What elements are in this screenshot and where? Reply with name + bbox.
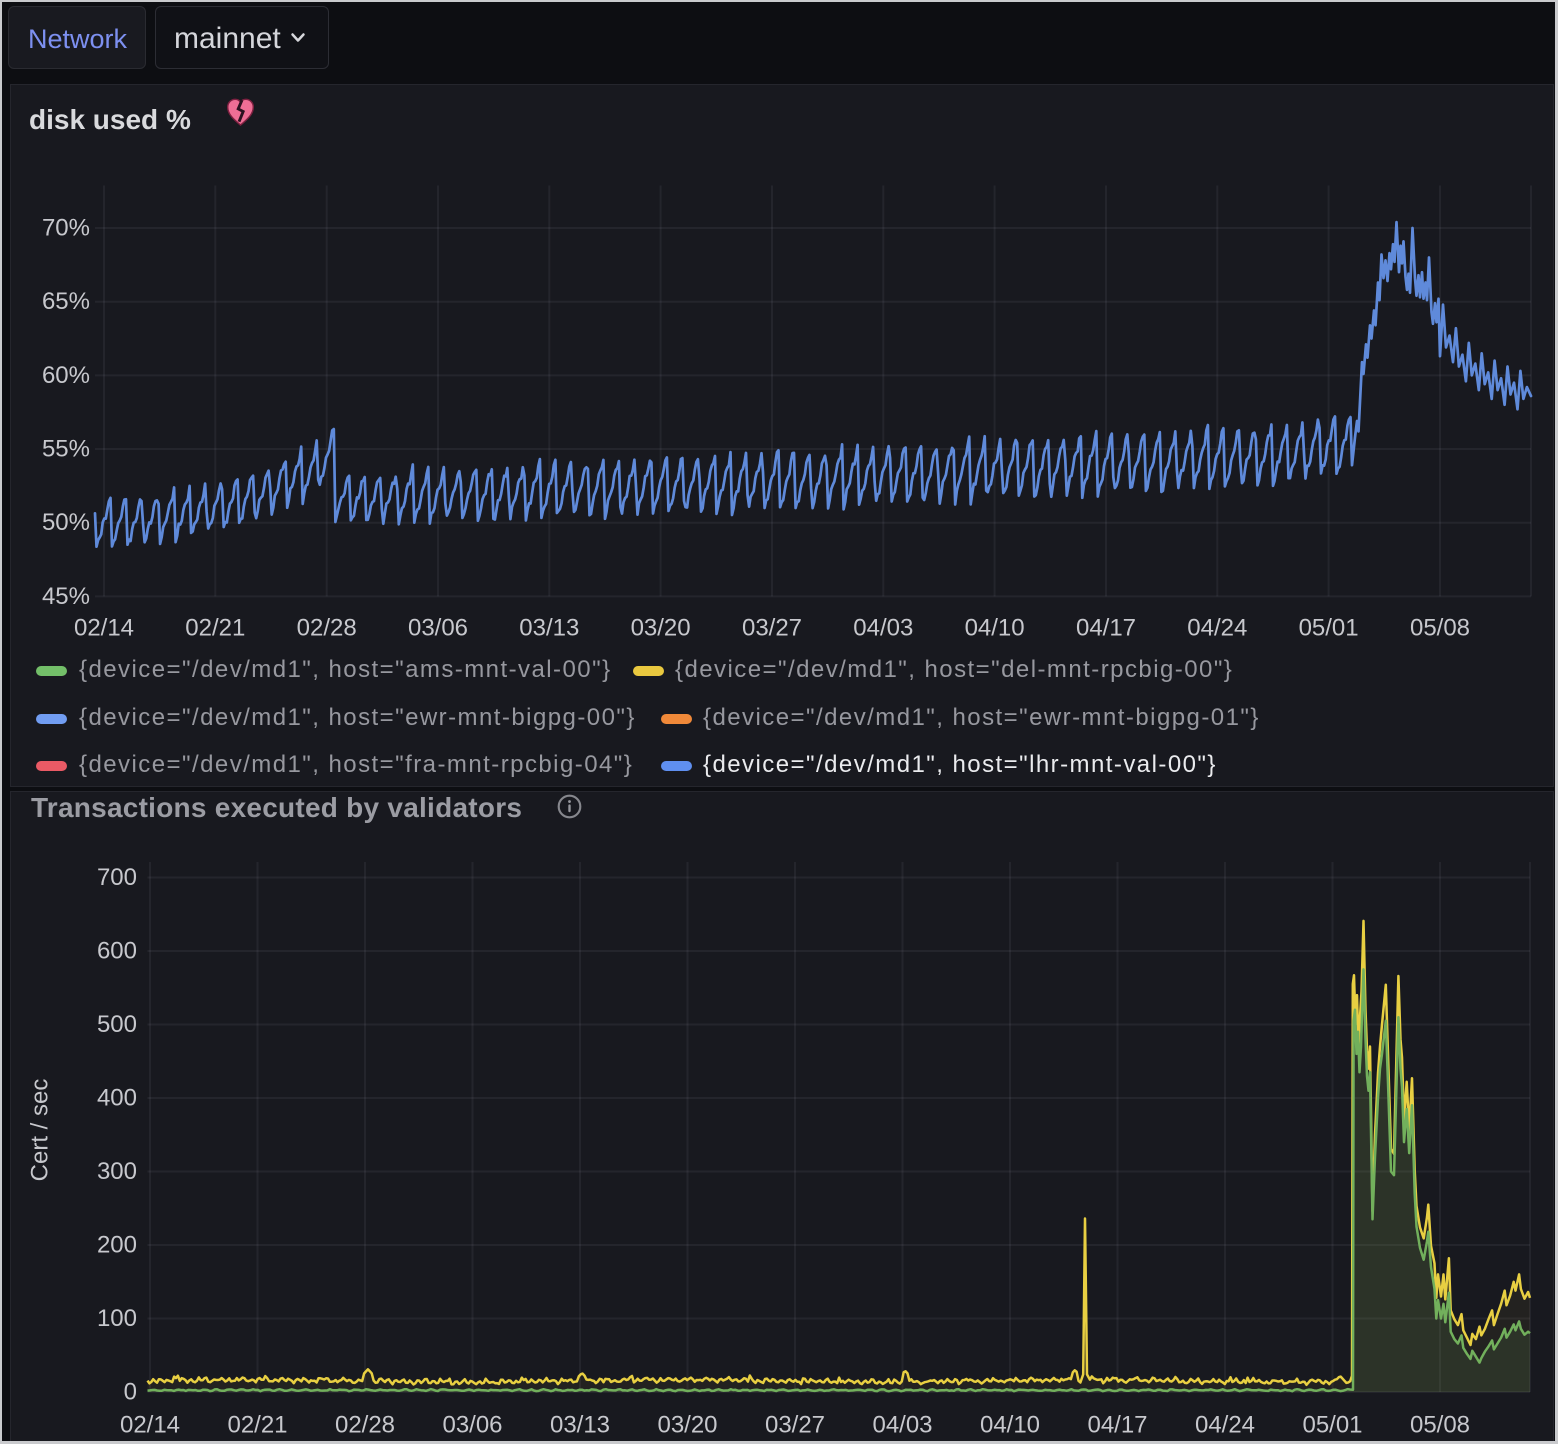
svg-text:Cert / sec: Cert / sec xyxy=(27,1079,54,1182)
svg-text:04/17: 04/17 xyxy=(1076,615,1136,642)
svg-text:300: 300 xyxy=(97,1158,137,1185)
svg-text:50%: 50% xyxy=(42,509,90,536)
svg-text:03/27: 03/27 xyxy=(742,615,802,642)
svg-text:03/06: 03/06 xyxy=(442,1412,502,1439)
svg-text:0: 0 xyxy=(124,1379,137,1406)
svg-text:02/14: 02/14 xyxy=(74,615,134,642)
svg-text:03/20: 03/20 xyxy=(631,615,691,642)
svg-text:03/06: 03/06 xyxy=(408,615,468,642)
svg-text:200: 200 xyxy=(97,1232,137,1259)
svg-text:03/27: 03/27 xyxy=(765,1412,825,1439)
svg-text:70%: 70% xyxy=(42,215,90,242)
svg-text:02/14: 02/14 xyxy=(120,1412,180,1439)
svg-text:400: 400 xyxy=(97,1085,137,1112)
svg-text:65%: 65% xyxy=(42,288,90,315)
svg-text:04/24: 04/24 xyxy=(1195,1412,1255,1439)
svg-text:60%: 60% xyxy=(42,362,90,389)
svg-text:04/10: 04/10 xyxy=(965,615,1025,642)
svg-text:04/03: 04/03 xyxy=(853,615,913,642)
svg-text:100: 100 xyxy=(97,1305,137,1332)
svg-text:05/01: 05/01 xyxy=(1299,615,1359,642)
svg-text:05/08: 05/08 xyxy=(1410,615,1470,642)
svg-text:45%: 45% xyxy=(42,583,90,610)
svg-text:04/03: 04/03 xyxy=(872,1412,932,1439)
svg-text:03/13: 03/13 xyxy=(519,615,579,642)
svg-text:05/08: 05/08 xyxy=(1410,1412,1470,1439)
svg-text:05/01: 05/01 xyxy=(1302,1412,1362,1439)
svg-text:55%: 55% xyxy=(42,436,90,463)
svg-text:500: 500 xyxy=(97,1011,137,1038)
svg-text:02/28: 02/28 xyxy=(335,1412,395,1439)
svg-text:04/24: 04/24 xyxy=(1187,615,1247,642)
svg-text:600: 600 xyxy=(97,938,137,965)
svg-text:02/21: 02/21 xyxy=(185,615,245,642)
svg-text:04/10: 04/10 xyxy=(980,1412,1040,1439)
svg-text:04/17: 04/17 xyxy=(1087,1412,1147,1439)
svg-text:03/13: 03/13 xyxy=(550,1412,610,1439)
svg-text:02/21: 02/21 xyxy=(227,1412,287,1439)
svg-text:03/20: 03/20 xyxy=(657,1412,717,1439)
svg-text:700: 700 xyxy=(97,864,137,891)
svg-text:02/28: 02/28 xyxy=(297,615,357,642)
